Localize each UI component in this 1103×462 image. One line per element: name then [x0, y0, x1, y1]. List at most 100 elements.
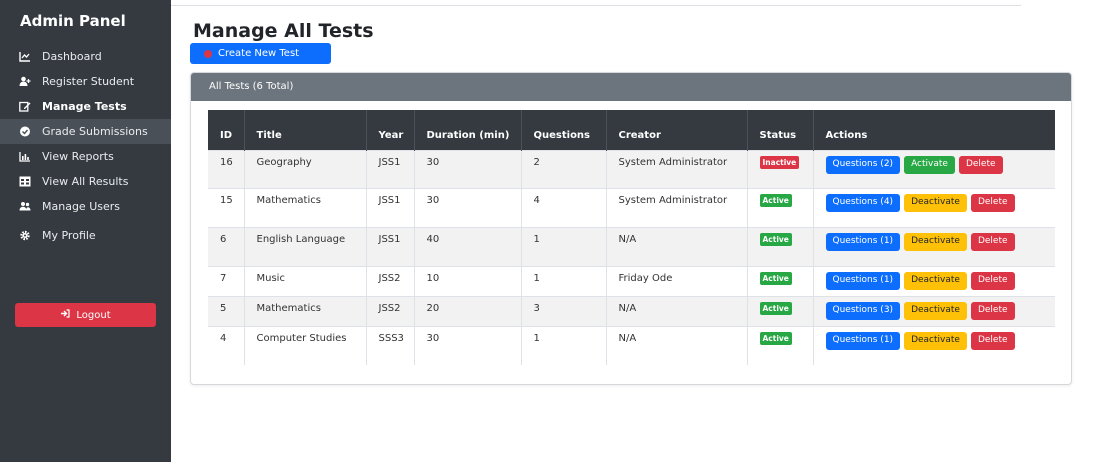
delete-button[interactable]: Delete — [970, 232, 1015, 251]
sidebar-item-label: Grade Submissions — [42, 125, 148, 138]
header-duration: Duration (min) — [414, 110, 522, 150]
table-row: 6 English Language JSS1 40 1 N/A Active Questio… — [208, 226, 1055, 266]
cell-status: Active — [747, 187, 814, 227]
users-icon — [18, 200, 32, 212]
logout-label: Logout — [76, 309, 111, 321]
cell-questions: 4 — [521, 187, 607, 227]
delete-button[interactable]: Delete — [970, 301, 1015, 320]
action-buttons: Questions (1) Deactivate Delete — [825, 331, 1056, 350]
cell-actions: Questions (1) Deactivate Delete — [813, 325, 1056, 365]
action-buttons: Questions (1) Deactivate Delete — [825, 271, 1056, 290]
gear-icon — [18, 229, 32, 241]
questions-button[interactable]: Questions (4) — [825, 193, 901, 212]
cell-creator: System Administrator — [606, 149, 748, 188]
cell-title: Music — [244, 265, 367, 296]
questions-button[interactable]: Questions (1) — [825, 271, 901, 290]
top-divider — [171, 0, 1021, 6]
action-buttons: Questions (2) Activate Delete — [825, 155, 1056, 174]
deactivate-button[interactable]: Deactivate — [904, 232, 967, 251]
sidebar-item-view-all-results[interactable]: View All Results — [0, 169, 171, 194]
sign-out-icon — [60, 309, 70, 321]
deactivate-button[interactable]: Deactivate — [904, 301, 967, 320]
logout-button[interactable]: Logout — [15, 303, 156, 327]
header-status: Status — [747, 110, 814, 150]
questions-button[interactable]: Questions (1) — [825, 331, 901, 350]
cell-title: English Language — [244, 226, 367, 266]
table-header-row: ID Title Year Duration (min) Questions C… — [208, 110, 1055, 150]
header-creator: Creator — [606, 110, 748, 150]
status-badge: Active — [759, 301, 792, 315]
cell-status: Active — [747, 325, 814, 365]
header-year: Year — [366, 110, 415, 150]
sidebar-item-view-reports[interactable]: View Reports — [0, 144, 171, 169]
cell-id: 7 — [208, 265, 245, 296]
action-buttons: Questions (4) Deactivate Delete — [825, 193, 1056, 212]
status-badge: Active — [759, 271, 792, 285]
cell-title: Geography — [244, 149, 367, 188]
status-badge: Inactive — [759, 155, 800, 169]
cell-duration: 30 — [414, 187, 522, 227]
cell-status: Active — [747, 226, 814, 266]
sidebar-item-my-profile[interactable]: My Profile — [0, 223, 171, 248]
cell-id: 6 — [208, 226, 245, 266]
cell-duration: 30 — [414, 149, 522, 188]
cell-actions: Questions (4) Deactivate Delete — [813, 187, 1056, 227]
sidebar-item-register-student[interactable]: Register Student — [0, 69, 171, 94]
create-label: Create New Test — [218, 48, 300, 59]
cell-actions: Questions (1) Deactivate Delete — [813, 265, 1056, 296]
cell-status: Active — [747, 265, 814, 296]
page-title: Manage All Tests — [193, 20, 374, 42]
deactivate-button[interactable]: Deactivate — [904, 331, 967, 350]
cell-year: SSS3 — [366, 325, 415, 365]
cell-year: JSS1 — [366, 149, 415, 188]
sidebar-item-label: View Reports — [42, 150, 114, 163]
cell-questions: 1 — [521, 226, 607, 266]
delete-button[interactable]: Delete — [970, 331, 1015, 350]
cell-questions: 3 — [521, 295, 607, 326]
sidebar-item-label: Dashboard — [42, 50, 102, 63]
cell-id: 15 — [208, 187, 245, 227]
cell-status: Inactive — [747, 149, 814, 188]
check-circle-icon — [18, 125, 32, 137]
create-new-test-button[interactable]: Create New Test — [190, 43, 331, 64]
questions-button[interactable]: Questions (3) — [825, 301, 901, 320]
activate-button[interactable]: Activate — [904, 155, 955, 174]
delete-button[interactable]: Delete — [958, 155, 1003, 174]
sidebar-item-label: Manage Users — [42, 200, 120, 213]
deactivate-button[interactable]: Deactivate — [904, 193, 967, 212]
cell-duration: 10 — [414, 265, 522, 296]
sidebar-item-manage-tests[interactable]: Manage Tests — [0, 94, 171, 119]
chart-line-icon — [18, 50, 32, 62]
cell-questions: 1 — [521, 325, 607, 365]
plus-circle-icon — [204, 49, 212, 58]
header-title: Title — [244, 110, 367, 150]
cell-creator: N/A — [606, 325, 748, 365]
sidebar-item-grade-submissions[interactable]: Grade Submissions — [0, 119, 171, 144]
edit-icon — [18, 100, 32, 112]
status-badge: Active — [759, 193, 792, 207]
sidebar-title: Admin Panel — [20, 12, 126, 30]
cell-id: 4 — [208, 325, 245, 365]
cell-year: JSS1 — [366, 187, 415, 227]
cell-actions: Questions (2) Activate Delete — [813, 149, 1056, 188]
main-content: Manage All Tests Create New Test All Tes… — [171, 0, 1103, 462]
questions-button[interactable]: Questions (2) — [825, 155, 901, 174]
sidebar-item-manage-users[interactable]: Manage Users — [0, 194, 171, 219]
deactivate-button[interactable]: Deactivate — [904, 271, 967, 290]
questions-button[interactable]: Questions (1) — [825, 232, 901, 251]
cell-title: Mathematics — [244, 187, 367, 227]
cell-duration: 30 — [414, 325, 522, 365]
header-questions: Questions — [521, 110, 607, 150]
user-plus-icon — [18, 75, 32, 87]
delete-button[interactable]: Delete — [970, 271, 1015, 290]
cell-title: Mathematics — [244, 295, 367, 326]
sidebar-item-dashboard[interactable]: Dashboard — [0, 44, 171, 69]
delete-button[interactable]: Delete — [970, 193, 1015, 212]
sidebar-item-label: View All Results — [42, 175, 129, 188]
cell-status: Active — [747, 295, 814, 326]
cell-duration: 40 — [414, 226, 522, 266]
cell-year: JSS1 — [366, 226, 415, 266]
card-header: All Tests (6 Total) — [191, 73, 1071, 101]
bar-chart-icon — [18, 150, 32, 162]
cell-id: 16 — [208, 149, 245, 188]
